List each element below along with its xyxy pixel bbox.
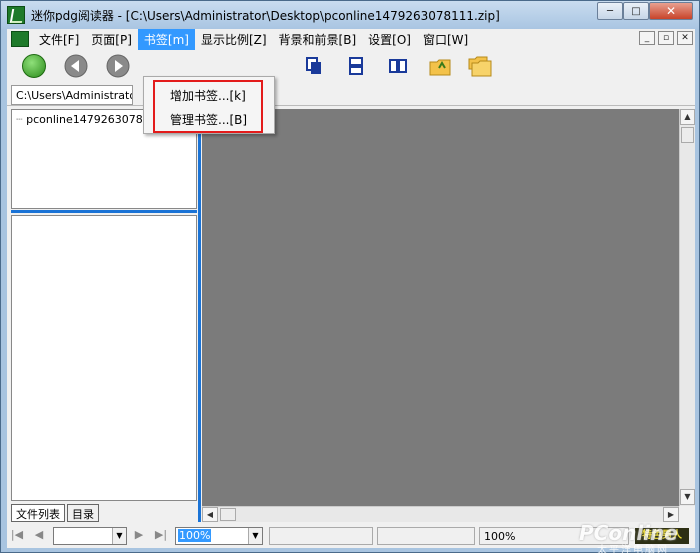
vertical-scrollbar[interactable]: ▲ ▼: [679, 109, 695, 506]
app-window: 迷你pdg阅读器 - [C:\Users\Administrator\Deskt…: [0, 0, 700, 556]
open-icon: [22, 54, 46, 78]
chevron-down-icon[interactable]: ▼: [248, 528, 262, 544]
menu-bookmark[interactable]: 书签[m]: [137, 28, 195, 50]
mdi-close-button[interactable]: ✕: [677, 31, 693, 45]
left-pane: ┄ pconline1479263078111.zip: [11, 109, 197, 522]
back-icon: [64, 54, 88, 78]
menu-zoom[interactable]: 显示比例[Z]: [195, 29, 273, 50]
status-panel: [377, 527, 475, 545]
menu-page[interactable]: 页面[P]: [85, 29, 138, 50]
menu-settings[interactable]: 设置[O]: [362, 29, 417, 50]
prev-page-icon[interactable]: ◀: [31, 528, 47, 541]
menu-bar: 文件[F] 页面[P] 书签[m] 显示比例[Z] 背景和前景[B] 设置[O]…: [7, 28, 695, 50]
mdi-controls: _ ▫ ✕: [636, 31, 693, 45]
menu-file[interactable]: 文件[F]: [33, 29, 85, 50]
two-row-button[interactable]: [343, 53, 369, 79]
forward-button[interactable]: [105, 53, 131, 79]
document-icon[interactable]: [11, 31, 29, 47]
first-page-icon[interactable]: |◀: [9, 528, 25, 541]
app-logo-icon: [7, 6, 25, 24]
left-tabs: 文件列表 目录: [11, 504, 101, 522]
scroll-right-arrow-icon[interactable]: ▶: [663, 507, 679, 522]
close-button[interactable]: ✕: [649, 2, 693, 20]
back-button[interactable]: [63, 53, 89, 79]
watermark-subtitle: 太平洋电脑网: [597, 545, 669, 556]
chevron-down-icon[interactable]: ▼: [112, 528, 126, 544]
window-title: 迷你pdg阅读器 - [C:\Users\Administrator\Deskt…: [31, 9, 500, 23]
single-page-icon: [306, 57, 321, 74]
two-column-button[interactable]: [385, 53, 411, 79]
document-viewer[interactable]: [202, 109, 679, 506]
minimize-button[interactable]: ─: [597, 2, 623, 20]
two-row-icon: [349, 57, 363, 75]
two-column-icon: [389, 59, 407, 73]
open-button[interactable]: [21, 53, 47, 79]
tab-contents[interactable]: 目录: [67, 504, 99, 522]
scroll-left-arrow-icon[interactable]: ◀: [202, 507, 218, 522]
folder-up-button[interactable]: [427, 53, 453, 79]
menu-window[interactable]: 窗口[W]: [417, 29, 474, 50]
next-page-icon[interactable]: ▶: [131, 528, 147, 541]
toc-panel: [11, 215, 197, 501]
zoom-value: 100%: [178, 529, 212, 542]
page-combo[interactable]: ▼: [53, 527, 127, 545]
vertical-scroll-thumb[interactable]: [681, 127, 694, 143]
horizontal-scroll-thumb[interactable]: [220, 508, 236, 521]
folder-up-icon: [429, 59, 451, 76]
highlight-box: [153, 80, 263, 133]
scroll-down-arrow-icon[interactable]: ▼: [680, 489, 695, 505]
vertical-splitter[interactable]: [198, 109, 201, 522]
folder-multi-button[interactable]: [467, 53, 493, 79]
toolbar: [7, 50, 695, 82]
mdi-minimize-button[interactable]: _: [639, 31, 655, 45]
path-tab[interactable]: C:\Users\Administrator\: [11, 85, 133, 105]
forward-icon: [106, 54, 130, 78]
folder-multi-icon: [468, 56, 492, 77]
horizontal-scrollbar[interactable]: ◀ ▶: [202, 506, 679, 522]
tab-file-list[interactable]: 文件列表: [11, 504, 65, 522]
single-page-button[interactable]: [301, 53, 327, 79]
maximize-button[interactable]: □: [623, 2, 649, 20]
title-bar: 迷你pdg阅读器 - [C:\Users\Administrator\Deskt…: [1, 1, 699, 29]
mdi-restore-button[interactable]: ▫: [658, 31, 674, 45]
zoom-combo[interactable]: 100% ▼: [175, 527, 263, 545]
path-bar: C:\Users\Administrator\: [7, 82, 695, 106]
horizontal-splitter[interactable]: [11, 210, 197, 213]
window-controls: ─ □ ✕: [597, 2, 693, 20]
menu-background[interactable]: 背景和前景[B]: [273, 29, 363, 50]
status-panel: [269, 527, 373, 545]
scroll-up-arrow-icon[interactable]: ▲: [680, 109, 695, 125]
client-area: 文件[F] 页面[P] 书签[m] 显示比例[Z] 背景和前景[B] 设置[O]…: [7, 28, 695, 556]
last-page-icon[interactable]: ▶|: [153, 528, 169, 541]
